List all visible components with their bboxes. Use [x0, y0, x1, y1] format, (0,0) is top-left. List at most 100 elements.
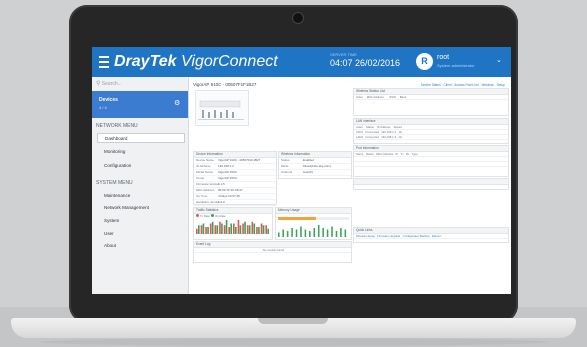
nav-item-maintenance[interactable]: Maintenance	[99, 191, 183, 201]
sparkline-bar	[286, 231, 289, 237]
sparkline-bar	[344, 229, 347, 237]
lan-cell: 1G	[398, 130, 403, 134]
port-col: IP	[395, 152, 399, 156]
device-selector[interactable]: Devices 4 / 4 ⚙	[92, 91, 188, 118]
sparkline-bar	[244, 221, 246, 234]
info-key: Hardware Version	[196, 200, 220, 204]
memory-panel: Memory Usage	[275, 207, 352, 240]
sparkline-bar	[291, 228, 293, 237]
network-menu-heading: NETWORK MENU	[96, 123, 138, 129]
lan-col: Status	[365, 125, 374, 129]
wireless-row: Channel Auto(6)	[279, 170, 351, 176]
laptop-shadow	[40, 338, 547, 346]
port-col: Rx	[405, 152, 410, 156]
sparkline-bar	[265, 225, 267, 234]
sparkline-bar	[221, 223, 223, 234]
col-band: Band	[399, 95, 407, 99]
user-name[interactable]: root	[437, 54, 449, 61]
main-content: VigorAP 910C - 00507F1F1B27 Device Statu…	[189, 77, 511, 294]
quick-link-firmware[interactable]: Firmware Upgrade	[377, 234, 400, 238]
laptop-notch	[258, 318, 328, 324]
sparkline-bar	[248, 225, 251, 234]
memory-bar-fill	[278, 217, 316, 220]
system-menu-heading: SYSTEM MENU	[96, 180, 133, 186]
sparkline-bar	[209, 223, 212, 234]
search-placeholder: Search...	[101, 81, 122, 87]
event-log-panel: Event Log No records found	[193, 241, 352, 263]
wireless-val: Mixed(11b+11g+11n)	[303, 164, 331, 168]
sparkline-bar	[205, 227, 207, 234]
info-val: VigorAP 910C	[218, 170, 237, 174]
user-role: System administrator	[437, 63, 475, 68]
lan-cell: Connected	[365, 135, 379, 139]
sparkline-bar	[313, 228, 316, 237]
nav-item-monitoring[interactable]: Monitoring	[99, 147, 183, 157]
brand-sub: VigorConnect	[181, 53, 278, 70]
ap-panel-header	[354, 179, 508, 185]
wireless-info-panel: Wireless Information Status Enabled Mode M…	[278, 151, 352, 179]
sparkline-bar	[267, 228, 269, 234]
sparkline-bar	[230, 223, 232, 234]
hamburger-menu-icon[interactable]	[99, 56, 109, 68]
table-row: LAN2 Connected 192.168.1.3 1G	[354, 135, 508, 140]
search-input[interactable]: ⚲ Search...	[96, 79, 184, 89]
chevron-down-icon[interactable]: ⌄	[496, 56, 502, 64]
lan-cell: LAN2	[356, 135, 363, 139]
station-header-row: Index MAC Address SSID Band	[354, 95, 508, 100]
nav-item-configuration[interactable]: Configuration	[99, 161, 183, 171]
traffic-panel: Traffic Statistics Tx Rate Rx Rate	[193, 207, 273, 240]
sparkline-bar	[219, 221, 221, 234]
info-key: IP Address	[196, 164, 211, 168]
gear-icon[interactable]: ⚙	[174, 99, 180, 107]
toolbar-links[interactable]: Device Status · Client · Access Point Li…	[421, 83, 505, 87]
top-bar: DrayTek VigorConnect SERVER TIME 04:07 2…	[92, 47, 511, 77]
table-row	[354, 162, 508, 167]
sparkline-bar	[202, 223, 205, 234]
event-log-empty: No records found	[194, 248, 351, 253]
sparkline-bar	[335, 231, 338, 237]
sparkline-bar	[233, 223, 235, 234]
quick-link-reboot[interactable]: Reboot	[432, 234, 441, 238]
sparkline-bar	[223, 225, 226, 234]
brand-logo: DrayTek VigorConnect	[114, 53, 278, 71]
nav-item-system[interactable]: System	[99, 216, 183, 226]
memory-title: Memory Usage	[276, 208, 351, 214]
info-key: Up Time	[196, 194, 208, 198]
page-title: VigorAP 910C - 00507F1F1B27	[193, 82, 257, 87]
server-time-value: 04:07 26/02/2016	[330, 58, 401, 68]
sparkline-bar	[235, 227, 237, 234]
lan-cell: 192.168.1.2	[381, 130, 396, 134]
sparkline-bar	[295, 229, 298, 237]
port-col: Name	[356, 152, 364, 156]
col-index: Index	[356, 95, 363, 99]
wireless-key: Status	[281, 158, 290, 162]
info-val: 192.168.1.2	[218, 164, 234, 168]
webcam	[293, 13, 303, 23]
nav-item-user[interactable]: User	[99, 229, 183, 239]
avatar[interactable]: R	[416, 53, 433, 70]
sparkline-bar	[258, 227, 260, 234]
nav-item-about[interactable]: About	[99, 241, 183, 251]
sparkline-bar	[317, 225, 320, 237]
info-val: 00:50:7F:1F:1B:27	[218, 188, 243, 192]
ap-panel	[353, 178, 509, 190]
sparkline-bar	[237, 220, 240, 234]
sparkline-bar	[322, 228, 324, 237]
quick-link-wireless[interactable]: Wireless Setup	[356, 234, 375, 238]
sparkline-bar	[278, 232, 280, 237]
sparkline-bar	[196, 228, 198, 234]
info-val: VigorAP 910C - 00507F1F1B27	[218, 158, 261, 162]
memory-bar-track	[278, 217, 349, 220]
wireless-val: Auto(6)	[303, 170, 313, 174]
nav-item-network-management[interactable]: Network Management	[99, 203, 183, 213]
info-val: 4 Days 04:07:45	[218, 194, 240, 198]
sparkline-bar	[216, 225, 219, 234]
quick-link-backup[interactable]: Configuration Backup	[403, 234, 430, 238]
sparkline-bar	[242, 223, 244, 234]
sparkline-bar	[214, 225, 217, 234]
port-panel: Port Information Name Status MAC Address…	[353, 145, 509, 177]
nav-item-dashboard[interactable]: Dashboard	[97, 133, 185, 143]
server-time-label: SERVER TIME	[330, 52, 357, 57]
sparkline-bar	[331, 226, 333, 237]
sparkline-bar	[304, 229, 307, 237]
